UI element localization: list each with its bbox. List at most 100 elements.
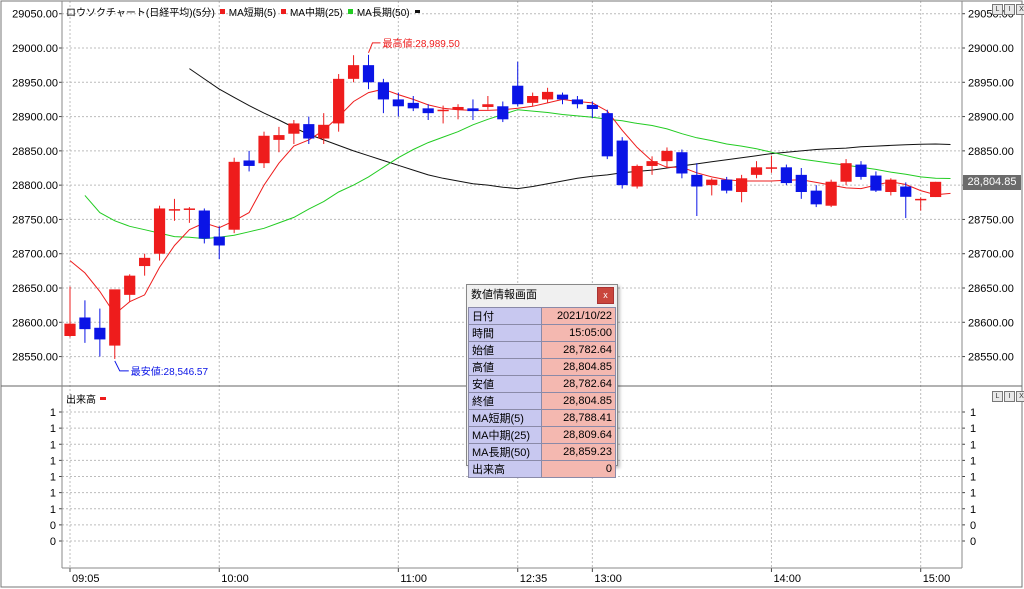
price-tick-label: 28550.00	[968, 352, 1014, 364]
legend-ma-short: MA短期(5)	[228, 7, 277, 19]
info-panel[interactable]: 数値情報画面 x 日付 2021/10/22 時間 15:05:00 始値 28,782.…	[466, 284, 618, 478]
candle	[586, 101, 598, 118]
price-tick-label: 28650.00	[968, 283, 1014, 295]
candle-body	[601, 113, 613, 157]
candle	[183, 207, 195, 223]
info-row-label: 安値	[468, 375, 542, 393]
price-axis-left: 29050.00 29000.00 28950.00 28900.00 28850.00…	[12, 9, 62, 364]
candle-body	[94, 327, 106, 340]
candle-body	[213, 236, 225, 246]
candle	[512, 61, 524, 107]
candle	[840, 159, 852, 186]
price-panel-buttons: L I X	[992, 4, 1024, 15]
candle-body	[825, 181, 837, 206]
candle-body	[736, 178, 748, 192]
time-tick-label: 13:00	[594, 573, 622, 585]
candle	[706, 178, 718, 196]
price-tick-label: 29050.00	[12, 9, 58, 21]
candle-body	[258, 135, 270, 164]
volume-tick-label: 1	[50, 407, 56, 419]
candle	[258, 131, 270, 168]
candle	[377, 78, 390, 114]
info-panel-header[interactable]: 数値情報画面 x	[467, 285, 617, 305]
time-tick-label: 09:05	[72, 573, 100, 585]
time-tick-label: 14:00	[773, 573, 801, 585]
info-row: 始値 28,782.64	[468, 341, 616, 359]
candle	[930, 181, 942, 198]
volume-panel-button-l[interactable]: L	[992, 391, 1003, 402]
info-row-value: 28,859.23	[541, 443, 616, 461]
candle	[676, 149, 688, 179]
volume-panel-buttons: L I X	[992, 391, 1024, 402]
candle-body	[810, 190, 822, 205]
volume-legend-label: 出来高	[66, 395, 96, 406]
info-panel-close-button[interactable]: x	[597, 287, 614, 304]
candle	[422, 104, 434, 120]
volume-axis-left: 1 1 1 1 1 1 1 0 0	[50, 407, 62, 548]
panel-button-i[interactable]: I	[1004, 4, 1015, 15]
candle	[94, 308, 106, 357]
info-row-value: 28,782.64	[541, 375, 616, 393]
candle-body	[870, 175, 882, 191]
candle	[825, 179, 837, 208]
info-table: 日付 2021/10/22 時間 15:05:00 始値 28,782.64 高値 28,80…	[468, 307, 616, 478]
info-row-value: 0	[541, 460, 616, 478]
low-annotation-leader	[114, 360, 129, 372]
candle	[556, 92, 569, 105]
candle	[109, 289, 121, 359]
candle-body	[840, 163, 852, 182]
info-row-value: 28,804.85	[541, 392, 616, 410]
candle-body	[303, 124, 315, 139]
volume-tick-label: 1	[970, 423, 976, 435]
candle-body	[885, 179, 897, 192]
candle-body	[750, 167, 763, 175]
info-row-label: MA長期(50)	[468, 443, 542, 461]
info-panel-title: 数値情報画面	[471, 289, 537, 301]
info-row: MA中期(25) 28,809.64	[468, 426, 616, 444]
price-tick-label: 28950.00	[968, 77, 1014, 89]
candle	[631, 164, 643, 189]
candle-body	[333, 78, 345, 124]
price-tick-label: 28850.00	[968, 146, 1014, 158]
candle	[153, 205, 166, 261]
volume-panel-button-x[interactable]: X	[1016, 391, 1024, 402]
volume-panel-button-i[interactable]: I	[1004, 391, 1015, 402]
high-annotation-label: 最高値:28,989.50	[382, 37, 460, 50]
candle-body	[527, 96, 539, 103]
candle	[900, 182, 912, 219]
info-row-value: 28,788.41	[541, 409, 616, 427]
candle	[168, 198, 181, 221]
candle	[79, 300, 91, 343]
candle-body	[780, 167, 792, 184]
candle-body	[362, 65, 375, 83]
volume-tick-label: 1	[970, 455, 976, 467]
info-row-value: 28,782.64	[541, 341, 616, 359]
candle-body	[795, 174, 807, 192]
candle-body	[288, 123, 300, 134]
candle	[467, 99, 479, 120]
candle	[601, 109, 613, 160]
candle	[855, 161, 867, 180]
price-tick-label: 28900.00	[12, 112, 58, 124]
candle-body	[109, 289, 121, 346]
candle-body	[243, 160, 255, 166]
legend-ma-mid: MA中期(25)	[290, 7, 343, 19]
candle	[362, 54, 375, 90]
info-row-label: 始値	[468, 341, 542, 359]
price-tick-label: 28750.00	[12, 214, 58, 226]
candle-body	[183, 208, 195, 210]
info-row-label: 日付	[468, 307, 542, 325]
candle-body	[407, 102, 419, 109]
candle	[64, 286, 76, 338]
panel-button-l[interactable]: L	[992, 4, 1003, 15]
panel-button-x[interactable]: X	[1016, 4, 1024, 15]
price-tick-label: 28650.00	[12, 283, 58, 295]
candle-body	[437, 109, 449, 112]
candle	[541, 87, 554, 103]
info-row-label: 時間	[468, 324, 542, 342]
ma-short-swatch	[219, 8, 225, 14]
candle	[750, 161, 763, 179]
candle-body	[228, 161, 240, 230]
candle	[228, 157, 240, 234]
price-tick-label: 28750.00	[968, 214, 1014, 226]
